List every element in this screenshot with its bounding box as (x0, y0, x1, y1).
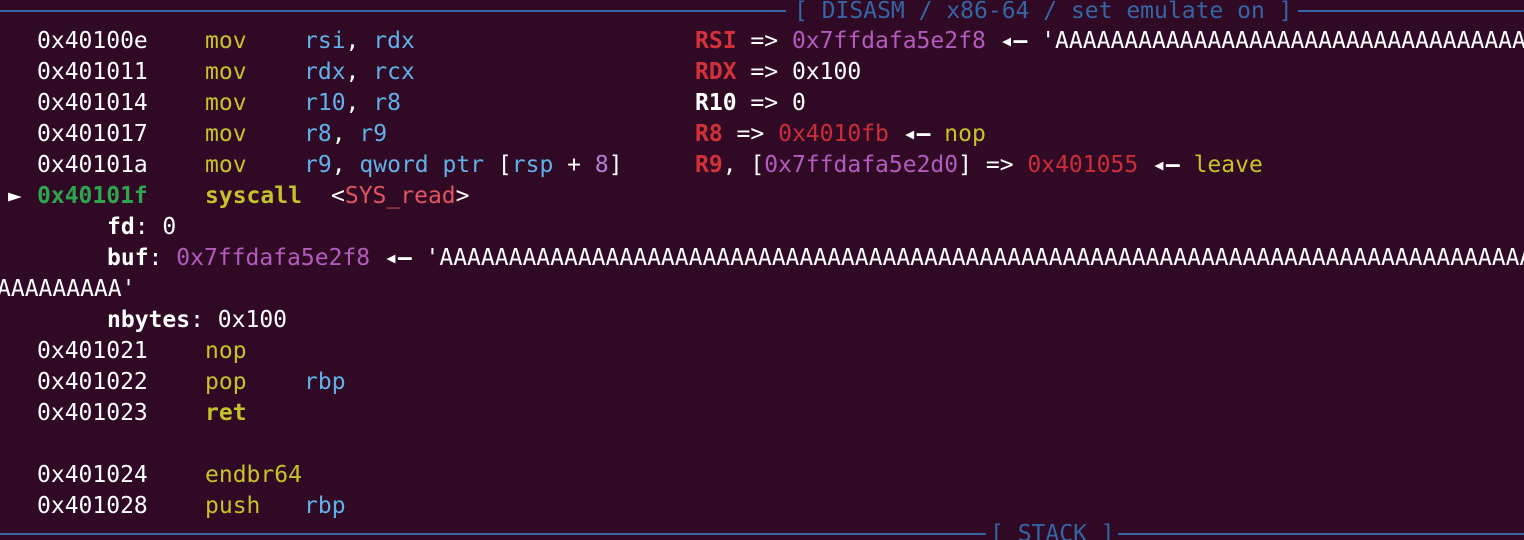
instruction-line[interactable]: 0x40101a mov r9, qword ptr [rsp + 8] R9,… (0, 150, 1263, 181)
arg-value: 0x100 (217, 307, 288, 333)
terminal-window[interactable]: [ DISASM / x86-64 / set emulate on ] 0x4… (0, 0, 1524, 540)
instruction-line[interactable]: 0x401021 nop (0, 336, 247, 367)
instruction-mnemonic: ret (205, 400, 247, 426)
instruction-mnemonic: pop (205, 369, 247, 395)
instruction-address: 0x40100e (37, 28, 148, 54)
disasm-header-title: [ DISASM / x86-64 / set emulate on ] (794, 0, 1293, 24)
current-instruction-line[interactable]: ► 0x40101f syscall <SYS_read> (0, 181, 470, 212)
arg-name: nbytes (107, 307, 191, 333)
current-instruction-mnemonic: syscall (205, 183, 302, 209)
instruction-mnemonic: mov (205, 90, 247, 116)
arg-string-continuation: AAAAAAAAA' (0, 276, 136, 302)
instruction-address: 0x401024 (37, 462, 148, 488)
instruction-mnemonic: mov (205, 121, 247, 147)
register-annotation: R10 => 0 (695, 90, 806, 116)
stack-header-rule-left (0, 533, 986, 535)
disasm-header-rule-left (0, 10, 786, 12)
instruction-line[interactable]: 0x401014 mov r10, r8 R10 => 0 (0, 88, 806, 119)
syscall-name: <SYS_read> (331, 183, 470, 209)
register-annotation: R9, [0x7ffdafa5e2d0] => 0x401055 ◂— leav… (695, 152, 1263, 178)
instruction-line[interactable]: 0x401028 push rbp (0, 491, 346, 522)
instruction-mnemonic: push (205, 493, 261, 519)
arg-pointer: 0x7ffdafa5e2f8 (176, 245, 371, 271)
instruction-mnemonic: mov (205, 59, 247, 85)
instruction-address: 0x401017 (37, 121, 148, 147)
register-annotation: RDX => 0x100 (695, 59, 862, 85)
syscall-arg-buf: buf: 0x7ffdafa5e2f8 ◂— 'AAAAAAAAAAAAAAAA… (0, 243, 1524, 274)
arg-string: 'AAAAAAAAAAAAAAAAAAAAAAAAAAAAAAAAAAAAAAA… (425, 245, 1524, 271)
arg-name: fd (107, 214, 135, 240)
instruction-mnemonic: mov (205, 152, 247, 178)
register-annotation: RSI => 0x7ffdafa5e2f8 ◂— 'AAAAAAAAAAAAAA… (695, 28, 1524, 54)
syscall-arg-nbytes: nbytes: 0x100 (107, 307, 288, 333)
instruction-line[interactable]: 0x401022 pop rbp (0, 367, 346, 398)
instruction-address: 0x401023 (37, 400, 148, 426)
instruction-operands: rdx, rcx (304, 59, 415, 85)
syscall-arg-buf-wrap: AAAAAAAAA' (0, 274, 135, 305)
instruction-address: 0x401021 (37, 338, 148, 364)
syscall-arg-fd: fd: 0 (107, 214, 177, 240)
instruction-line[interactable]: 0x401017 mov r8, r9 R8 => 0x4010fb ◂— no… (0, 119, 986, 150)
instruction-operands: r10, r8 (304, 90, 401, 116)
instruction-address: 0x401022 (37, 369, 148, 395)
current-instruction-marker-icon: ► (8, 183, 22, 209)
instruction-mnemonic: mov (205, 28, 247, 54)
instruction-operands: rsi, rdx (304, 28, 415, 54)
stack-header-rule-right (1118, 533, 1524, 535)
stack-header-title: [ STACK ] (990, 521, 1115, 540)
instruction-mnemonic: endbr64 (205, 462, 302, 488)
arg-value: 0 (162, 214, 177, 240)
instruction-line[interactable]: 0x401024 endbr64 (0, 460, 302, 491)
instruction-address: 0x401011 (37, 59, 148, 85)
instruction-address: 0x401028 (37, 493, 148, 519)
instruction-line[interactable]: 0x40100e mov rsi, rdx RSI => 0x7ffdafa5e… (0, 26, 1524, 57)
instruction-operands: r9, qword ptr [rsp + 8] (304, 152, 623, 178)
current-instruction-address: 0x40101f (37, 183, 148, 209)
instruction-line[interactable]: 0x401011 mov rdx, rcx RDX => 0x100 (0, 57, 861, 88)
instruction-operands: rbp (304, 369, 346, 395)
instruction-address: 0x401014 (37, 90, 148, 116)
instruction-line[interactable]: 0x401023 ret (0, 398, 247, 429)
instruction-operands: r8, r9 (304, 121, 388, 147)
arg-name: buf (107, 245, 149, 271)
disasm-header-rule-right (1298, 10, 1524, 12)
register-annotation: R8 => 0x4010fb ◂— nop (695, 121, 986, 147)
instruction-address: 0x40101a (37, 152, 148, 178)
instruction-operands: rbp (304, 493, 346, 519)
instruction-mnemonic: nop (205, 338, 247, 364)
